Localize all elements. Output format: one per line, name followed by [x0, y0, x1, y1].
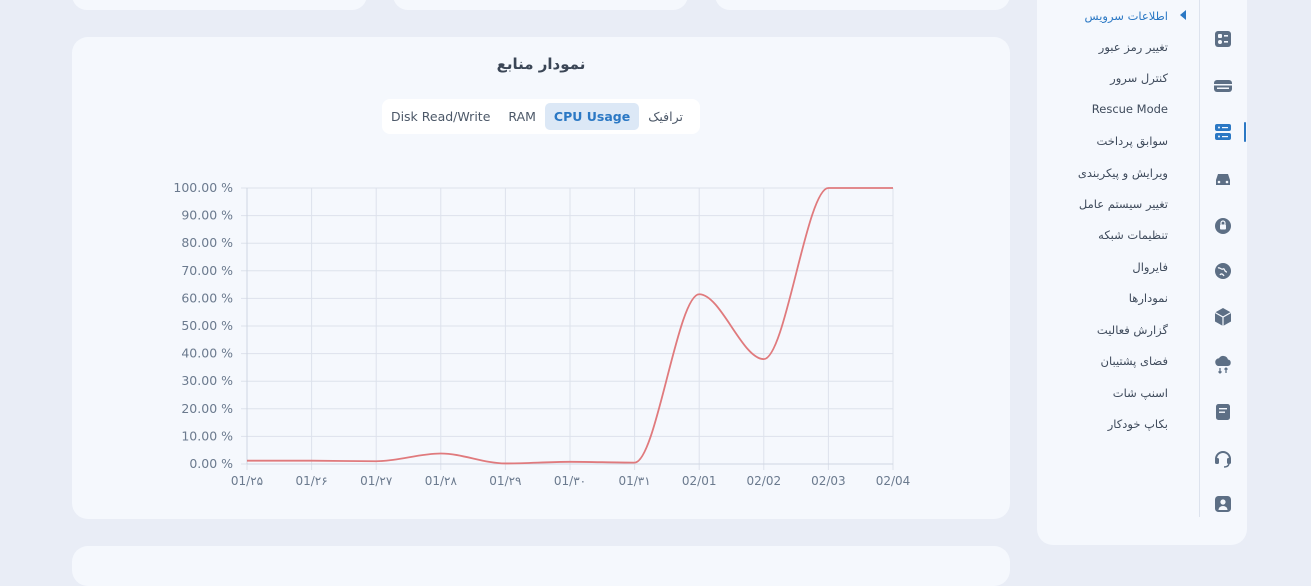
y-tick-label: 30.00 %	[181, 373, 233, 388]
menu-item-service-info[interactable]: اطلاعات سرویس	[1085, 9, 1168, 23]
x-tick-label: 01/۳۱	[618, 474, 650, 488]
x-tick-label: 01/۲۹	[489, 474, 521, 488]
x-tick-label: 01/۳۰	[554, 474, 586, 488]
menu-item-snapshot[interactable]: اسنپ شات	[1113, 386, 1168, 400]
x-tick-label: 01/۲۷	[360, 474, 393, 488]
cloud-sync-icon[interactable]	[1212, 353, 1234, 375]
box-icon[interactable]	[1212, 306, 1234, 328]
cpu-usage-line-chart: 0.00 % 10.00 % 20.00 % 30.00 % 40.00 % 50.00 …	[173, 180, 911, 488]
cpu-usage-data-point	[246, 459, 248, 461]
menu-item-change-os[interactable]: تغییر سیستم عامل	[1079, 197, 1168, 211]
cpu-usage-data-point	[375, 460, 377, 462]
y-tick-label: 100.00 %	[173, 180, 233, 195]
server-icon[interactable]	[1212, 75, 1234, 97]
x-tick-label: 02/02	[747, 474, 782, 488]
summary-card-3	[715, 0, 1010, 10]
cpu-usage-data-point	[504, 462, 506, 464]
servers-icon[interactable]	[1212, 121, 1234, 143]
cpu-usage-data-point	[698, 293, 700, 295]
dashboard-icon[interactable]	[1212, 28, 1234, 50]
summary-card-2	[393, 0, 688, 10]
menu-item-firewall[interactable]: فایروال	[1132, 260, 1168, 274]
car-icon[interactable]	[1212, 168, 1234, 190]
y-tick-label: 80.00 %	[181, 235, 233, 250]
active-item-arrow-icon	[1180, 10, 1186, 20]
menu-divider	[1199, 0, 1200, 517]
cpu-usage-data-point	[892, 187, 894, 189]
y-tick-label: 0.00 %	[189, 456, 233, 471]
document-icon[interactable]	[1212, 401, 1234, 423]
menu-item-change-password[interactable]: تغییر رمز عبور	[1099, 40, 1168, 54]
globe-icon[interactable]	[1212, 260, 1234, 282]
x-tick-label: 02/04	[876, 474, 911, 488]
x-tick-label: 02/01	[682, 474, 717, 488]
rail-active-indicator	[1244, 122, 1246, 142]
menu-item-auto-backup[interactable]: بکاپ خودکار	[1108, 417, 1168, 431]
y-tick-label: 40.00 %	[181, 346, 233, 361]
cpu-usage-data-point	[310, 459, 312, 461]
x-tick-label: 01/۲۵	[231, 474, 263, 488]
next-panel-card	[72, 546, 1010, 586]
y-tick-label: 60.00 %	[181, 290, 233, 305]
y-tick-label: 10.00 %	[181, 428, 233, 443]
y-tick-label: 70.00 %	[181, 263, 233, 278]
x-tick-label: 02/03	[811, 474, 846, 488]
menu-item-network-settings[interactable]: تنظیمات شبکه	[1098, 228, 1168, 242]
y-tick-label: 50.00 %	[181, 318, 233, 333]
cpu-usage-data-point	[440, 452, 442, 454]
x-tick-label: 01/۲۸	[425, 474, 458, 488]
cpu-usage-data-point	[763, 358, 765, 360]
top-partial-icon[interactable]	[1212, 0, 1234, 10]
resource-chart-panel: نمودار منابع ترافیک CPU Usage RAM Disk R…	[72, 37, 1010, 519]
cpu-usage-data-point	[827, 187, 829, 189]
menu-item-charts[interactable]: نمودارها	[1129, 291, 1168, 305]
menu-item-rescue-mode[interactable]: Rescue Mode	[1092, 102, 1168, 116]
summary-card-1	[72, 0, 367, 10]
menu-item-activity-log[interactable]: گزارش فعالیت	[1097, 323, 1168, 337]
user-icon[interactable]	[1212, 493, 1234, 515]
x-tick-label: 01/۲۶	[295, 474, 327, 488]
y-tick-label: 20.00 %	[181, 401, 233, 416]
headset-icon[interactable]	[1212, 447, 1234, 469]
menu-item-backup-space[interactable]: فضای پشتیبان	[1101, 354, 1168, 368]
y-tick-label: 90.00 %	[181, 208, 233, 223]
lock-icon[interactable]	[1212, 214, 1234, 236]
menu-item-edit-configure[interactable]: ویرایش و پیکربندی	[1078, 166, 1168, 180]
cpu-usage-data-point	[569, 461, 571, 463]
cpu-usage-data-point	[633, 461, 635, 463]
menu-item-server-control[interactable]: کنترل سرور	[1110, 71, 1168, 85]
menu-item-payment-history[interactable]: سوابق پرداخت	[1097, 134, 1168, 148]
